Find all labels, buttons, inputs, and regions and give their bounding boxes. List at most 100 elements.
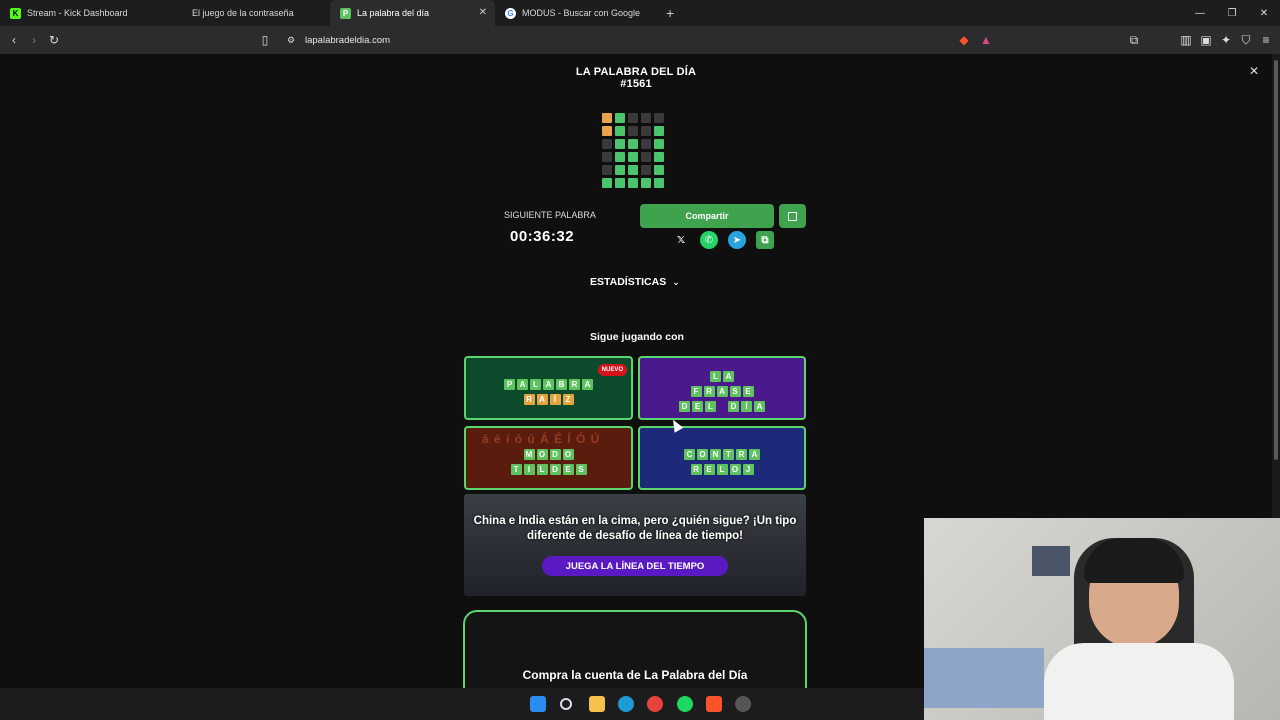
grid-cell: [615, 139, 625, 149]
tab-password-game[interactable]: El juego de la contraseña: [165, 0, 330, 26]
app-icon[interactable]: [735, 696, 751, 712]
menu-icon[interactable]: ≡: [1256, 33, 1276, 47]
browser-toolbar: ‹ › ↻ ▯ ⚙ lapalabradeldia.com ◆ ▲ ⧉ ▥ ▣ …: [0, 26, 1280, 54]
next-word-label: SIGUIENTE PALABRA: [504, 210, 596, 220]
grid-cell: [654, 152, 664, 162]
google-icon: G: [505, 7, 516, 19]
letter-tile: Í: [741, 401, 752, 412]
new-tab-button[interactable]: +: [666, 5, 674, 21]
scrollbar-thumb[interactable]: [1274, 60, 1278, 460]
grid-cell: [654, 126, 664, 136]
grid-cell: [615, 126, 625, 136]
card-tile-row: DELDÍA: [640, 396, 804, 412]
copy-square-button[interactable]: [779, 204, 806, 228]
restore-icon[interactable]: ❐: [1216, 0, 1248, 26]
file-explorer-icon[interactable]: [589, 696, 605, 712]
extensions-icon[interactable]: ⧉: [1124, 33, 1144, 48]
grid-cell: [628, 139, 638, 149]
letter-tile: A: [754, 401, 765, 412]
letter-tile: P: [504, 379, 515, 390]
address-bar[interactable]: lapalabradeldia.com: [305, 35, 390, 46]
chrome-icon[interactable]: [647, 696, 663, 712]
grid-cell: [602, 152, 612, 162]
result-grid: [602, 113, 664, 188]
bed: [924, 648, 1044, 708]
keep-playing-heading: Sigue jugando con: [590, 331, 684, 343]
grid-cell: [628, 126, 638, 136]
letter-tile: L: [705, 401, 716, 412]
card-palabra-raiz[interactable]: P A L A B R A R A Í Z NUEVO: [464, 356, 633, 420]
leo-icon[interactable]: ✦: [1216, 33, 1236, 47]
grid-cell: [602, 178, 612, 188]
webcam-overlay: [924, 518, 1280, 720]
whatsapp-icon[interactable]: ✆: [700, 231, 718, 249]
grid-cell: [654, 165, 664, 175]
letter-tile: R: [523, 394, 535, 405]
site-info-icon[interactable]: ⚙: [281, 35, 301, 46]
grid-cell: [602, 126, 612, 136]
tab-modus-google[interactable]: G MODUS - Buscar con Google: [495, 0, 660, 26]
letter-tile: L: [716, 464, 728, 475]
edge-icon[interactable]: [618, 696, 634, 712]
grid-cell: [654, 139, 664, 149]
grid-cell: [615, 165, 625, 175]
card-modo-tildes[interactable]: á é í ó ú Á É Í Ó ÚMODOTILDES: [464, 426, 633, 490]
bookmark-icon[interactable]: ▯: [255, 33, 275, 47]
grid-cell: [628, 152, 638, 162]
search-icon[interactable]: [560, 698, 572, 710]
palabra-icon: P: [340, 7, 351, 19]
brave-shield-icon[interactable]: ◆: [954, 33, 974, 47]
copy-icon[interactable]: ⧉: [756, 231, 774, 249]
grid-cell: [628, 113, 638, 123]
grid-cell: [654, 113, 664, 123]
close-window-icon[interactable]: ✕: [1248, 0, 1280, 26]
grid-cell: [615, 178, 625, 188]
buy-account-text: Compra la cuenta de La Palabra del Día: [522, 668, 748, 682]
reload-icon[interactable]: ↻: [44, 33, 64, 47]
spotify-icon[interactable]: [677, 696, 693, 712]
windows-start-icon[interactable]: [530, 696, 546, 712]
card-contra-reloj[interactable]: CONTRARELOJ: [638, 426, 806, 490]
wall-picture: [1032, 546, 1070, 576]
grid-cell: [641, 165, 651, 175]
minimize-icon[interactable]: —: [1184, 0, 1216, 26]
rewards-icon[interactable]: ▲: [976, 33, 996, 47]
letter-tile: D: [549, 464, 561, 475]
square-icon: [788, 211, 797, 221]
statistics-toggle[interactable]: ESTADÍSTICAS ⌄: [590, 276, 680, 288]
sidebar-icon[interactable]: ▥: [1176, 33, 1196, 47]
person-shirt: [1044, 643, 1234, 720]
card-frase-del-dia[interactable]: LAFRASEDELDÍA: [638, 356, 806, 420]
grid-cell: [602, 113, 612, 123]
share-button[interactable]: Compartir: [640, 204, 774, 228]
letter-tile: J: [742, 464, 754, 475]
letter-tile: Í: [549, 394, 561, 405]
letter-tile: R: [690, 464, 702, 475]
grid-cell: [641, 126, 651, 136]
letter-tile: E: [692, 401, 703, 412]
brave-icon[interactable]: [706, 696, 722, 712]
wallet-icon[interactable]: ▣: [1196, 33, 1216, 47]
letter-tile: A: [582, 379, 593, 390]
letter-tile: D: [728, 401, 739, 412]
person-hair: [1084, 538, 1184, 583]
tab-palabra-del-dia[interactable]: P La palabra del día ✕: [330, 0, 495, 26]
close-tab-icon[interactable]: ✕: [479, 7, 487, 18]
play-timeline-button[interactable]: JUEGA LA LÍNEA DEL TIEMPO: [542, 556, 728, 576]
tab-label: La palabra del día: [357, 8, 430, 18]
tab-bar: K Stream - Kick Dashboard El juego de la…: [0, 0, 1280, 26]
letter-tile: O: [729, 464, 741, 475]
card-tile-row: TILDES: [466, 459, 631, 475]
back-icon[interactable]: ‹: [4, 33, 24, 47]
card-tile-row: RELOJ: [640, 459, 804, 475]
grid-cell: [641, 178, 651, 188]
card-tile-row: LA: [640, 366, 804, 382]
x-twitter-icon[interactable]: 𝕏: [672, 231, 690, 249]
grid-cell: [628, 165, 638, 175]
telegram-icon[interactable]: ➤: [728, 231, 746, 249]
vpn-icon[interactable]: ⛉: [1236, 33, 1256, 48]
forward-icon[interactable]: ›: [24, 33, 44, 47]
grid-cell: [641, 113, 651, 123]
grid-cell: [628, 178, 638, 188]
timeline-promo: China e India están en la cima, pero ¿qu…: [464, 494, 806, 596]
